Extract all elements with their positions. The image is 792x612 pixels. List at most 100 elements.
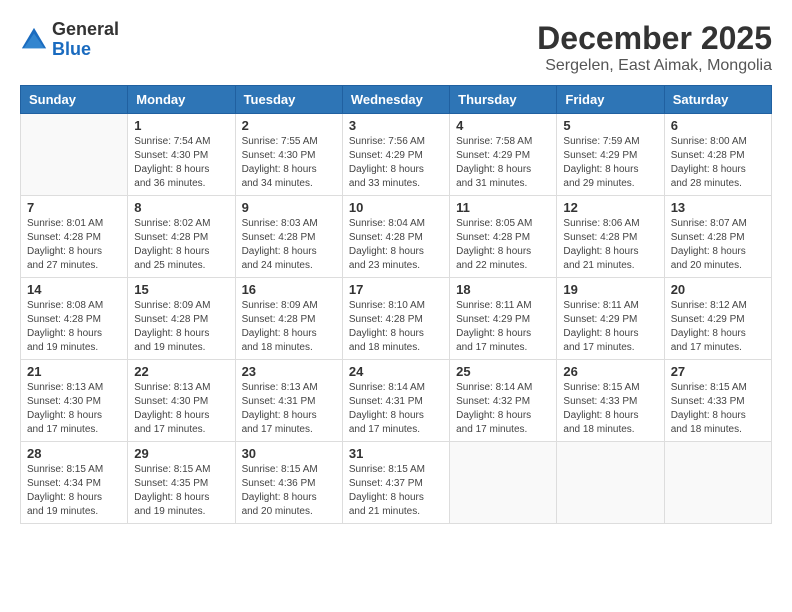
- day-info: Sunrise: 8:06 AMSunset: 4:28 PMDaylight:…: [563, 217, 657, 273]
- day-info: Sunrise: 7:59 AMSunset: 4:29 PMDaylight:…: [563, 135, 657, 191]
- day-info: Sunrise: 8:09 AMSunset: 4:28 PMDaylight:…: [242, 299, 336, 355]
- day-number: 23: [242, 364, 336, 379]
- day-number: 13: [671, 200, 765, 215]
- day-number: 8: [134, 200, 228, 215]
- day-number: 18: [456, 282, 550, 297]
- day-number: 24: [349, 364, 443, 379]
- day-number: 2: [242, 118, 336, 133]
- day-number: 6: [671, 118, 765, 133]
- day-number: 9: [242, 200, 336, 215]
- day-number: 5: [563, 118, 657, 133]
- day-number: 7: [27, 200, 121, 215]
- calendar-cell: 21Sunrise: 8:13 AMSunset: 4:30 PMDayligh…: [21, 360, 128, 442]
- weekday-header-thursday: Thursday: [450, 86, 557, 114]
- month-title: December 2025: [537, 20, 772, 57]
- calendar-cell: 19 Sunrise: 8:11 AMSunset: 4:29 PMDayligh…: [557, 278, 664, 360]
- weekday-header-tuesday: Tuesday: [235, 86, 342, 114]
- calendar-cell: 22 Sunrise: 8:13 AMSunset: 4:30 PMDayligh…: [128, 360, 235, 442]
- day-number: 29: [134, 446, 228, 461]
- day-info: Sunrise: 8:09 AMSunset: 4:28 PMDaylight:…: [134, 299, 228, 355]
- calendar-cell: 28 Sunrise: 8:15 AMSunset: 4:34 PMDayligh…: [21, 442, 128, 524]
- day-number: 16: [242, 282, 336, 297]
- calendar-week-row: 28 Sunrise: 8:15 AMSunset: 4:34 PMDayligh…: [21, 442, 772, 524]
- calendar-cell: [450, 442, 557, 524]
- day-info: Sunrise: 8:14 AMSunset: 4:31 PMDaylight:…: [349, 381, 443, 437]
- day-number: 17: [349, 282, 443, 297]
- weekday-header-row: SundayMondayTuesdayWednesdayThursdayFrid…: [21, 86, 772, 114]
- calendar-cell: 13 Sunrise: 8:07 AMSunset: 4:28 PMDayligh…: [664, 196, 771, 278]
- day-info: Sunrise: 8:04 AMSunset: 4:28 PMDaylight:…: [349, 217, 443, 273]
- calendar-cell: 2Sunrise: 7:55 AMSunset: 4:30 PMDaylight…: [235, 114, 342, 196]
- calendar-cell: 26Sunrise: 8:15 AMSunset: 4:33 PMDayligh…: [557, 360, 664, 442]
- day-number: 25: [456, 364, 550, 379]
- day-info: Sunrise: 8:00 AMSunset: 4:28 PMDaylight:…: [671, 135, 765, 191]
- title-area: December 2025 Sergelen, East Aimak, Mong…: [537, 20, 772, 75]
- day-number: 3: [349, 118, 443, 133]
- day-info: Sunrise: 8:15 AMSunset: 4:35 PMDaylight:…: [134, 463, 228, 519]
- day-info: Sunrise: 8:15 AMSunset: 4:34 PMDaylight:…: [27, 463, 121, 519]
- calendar-cell: 30 Sunrise: 8:15 AMSunset: 4:36 PMDayligh…: [235, 442, 342, 524]
- calendar-cell: 17 Sunrise: 8:10 AMSunset: 4:28 PMDayligh…: [342, 278, 449, 360]
- day-number: 27: [671, 364, 765, 379]
- day-info: Sunrise: 8:11 AMSunset: 4:29 PMDaylight:…: [456, 299, 550, 355]
- calendar-cell: 23 Sunrise: 8:13 AMSunset: 4:31 PMDayligh…: [235, 360, 342, 442]
- day-number: 30: [242, 446, 336, 461]
- logo: General Blue: [20, 20, 119, 60]
- day-info: Sunrise: 7:54 AMSunset: 4:30 PMDaylight:…: [134, 135, 228, 191]
- calendar-week-row: 1 Sunrise: 7:54 AMSunset: 4:30 PMDaylight…: [21, 114, 772, 196]
- calendar-cell: 8 Sunrise: 8:02 AMSunset: 4:28 PMDaylight…: [128, 196, 235, 278]
- day-info: Sunrise: 8:15 AMSunset: 4:36 PMDaylight:…: [242, 463, 336, 519]
- day-info: Sunrise: 8:13 AMSunset: 4:31 PMDaylight:…: [242, 381, 336, 437]
- calendar-cell: [664, 442, 771, 524]
- logo-blue-text: Blue: [52, 39, 91, 59]
- day-number: 26: [563, 364, 657, 379]
- day-number: 12: [563, 200, 657, 215]
- calendar-cell: 7Sunrise: 8:01 AMSunset: 4:28 PMDaylight…: [21, 196, 128, 278]
- calendar-cell: 18 Sunrise: 8:11 AMSunset: 4:29 PMDayligh…: [450, 278, 557, 360]
- day-info: Sunrise: 8:03 AMSunset: 4:28 PMDaylight:…: [242, 217, 336, 273]
- calendar-cell: 25 Sunrise: 8:14 AMSunset: 4:32 PMDayligh…: [450, 360, 557, 442]
- weekday-header-wednesday: Wednesday: [342, 86, 449, 114]
- day-info: Sunrise: 8:13 AMSunset: 4:30 PMDaylight:…: [134, 381, 228, 437]
- day-info: Sunrise: 8:05 AMSunset: 4:28 PMDaylight:…: [456, 217, 550, 273]
- day-info: Sunrise: 8:10 AMSunset: 4:28 PMDaylight:…: [349, 299, 443, 355]
- day-info: Sunrise: 8:08 AMSunset: 4:28 PMDaylight:…: [27, 299, 121, 355]
- day-info: Sunrise: 8:11 AMSunset: 4:29 PMDaylight:…: [563, 299, 657, 355]
- day-info: Sunrise: 7:58 AMSunset: 4:29 PMDaylight:…: [456, 135, 550, 191]
- day-info: Sunrise: 8:14 AMSunset: 4:32 PMDaylight:…: [456, 381, 550, 437]
- calendar-week-row: 7Sunrise: 8:01 AMSunset: 4:28 PMDaylight…: [21, 196, 772, 278]
- day-number: 20: [671, 282, 765, 297]
- calendar-cell: 31Sunrise: 8:15 AMSunset: 4:37 PMDayligh…: [342, 442, 449, 524]
- day-number: 28: [27, 446, 121, 461]
- calendar-cell: 11 Sunrise: 8:05 AMSunset: 4:28 PMDayligh…: [450, 196, 557, 278]
- calendar-week-row: 14 Sunrise: 8:08 AMSunset: 4:28 PMDayligh…: [21, 278, 772, 360]
- calendar-cell: 27 Sunrise: 8:15 AMSunset: 4:33 PMDayligh…: [664, 360, 771, 442]
- day-number: 1: [134, 118, 228, 133]
- day-info: Sunrise: 7:56 AMSunset: 4:29 PMDaylight:…: [349, 135, 443, 191]
- calendar-cell: 16 Sunrise: 8:09 AMSunset: 4:28 PMDayligh…: [235, 278, 342, 360]
- calendar-week-row: 21 Sunrise: 8:13 AMSunset: 4:30 PMDayligh…: [21, 360, 772, 442]
- location-subtitle: Sergelen, East Aimak, Mongolia: [537, 57, 772, 75]
- calendar-cell: 9 Sunrise: 8:03 AMSunset: 4:28 PMDaylight…: [235, 196, 342, 278]
- weekday-header-saturday: Saturday: [664, 86, 771, 114]
- day-number: 14: [27, 282, 121, 297]
- logo-general-text: General: [52, 19, 119, 39]
- calendar-cell: 6 Sunrise: 8:00 AMSunset: 4:28 PMDaylight…: [664, 114, 771, 196]
- day-number: 4: [456, 118, 550, 133]
- day-info: Sunrise: 8:12 AMSunset: 4:29 PMDaylight:…: [671, 299, 765, 355]
- day-info: Sunrise: 8:07 AMSunset: 4:28 PMDaylight:…: [671, 217, 765, 273]
- weekday-header-friday: Friday: [557, 86, 664, 114]
- day-number: 21: [27, 364, 121, 379]
- calendar-cell: [21, 114, 128, 196]
- calendar-cell: 1 Sunrise: 7:54 AMSunset: 4:30 PMDaylight…: [128, 114, 235, 196]
- calendar-cell: 12 Sunrise: 8:06 AMSunset: 4:28 PMDayligh…: [557, 196, 664, 278]
- day-info: Sunrise: 8:15 AMSunset: 4:33 PMDaylight:…: [671, 381, 765, 437]
- day-info: Sunrise: 8:02 AMSunset: 4:28 PMDaylight:…: [134, 217, 228, 273]
- day-number: 19: [563, 282, 657, 297]
- calendar-cell: 20 Sunrise: 8:12 AMSunset: 4:29 PMDayligh…: [664, 278, 771, 360]
- calendar-cell: 29 Sunrise: 8:15 AMSunset: 4:35 PMDayligh…: [128, 442, 235, 524]
- day-number: 22: [134, 364, 228, 379]
- calendar-cell: [557, 442, 664, 524]
- day-number: 11: [456, 200, 550, 215]
- header: General Blue December 2025 Sergelen, Eas…: [20, 20, 772, 75]
